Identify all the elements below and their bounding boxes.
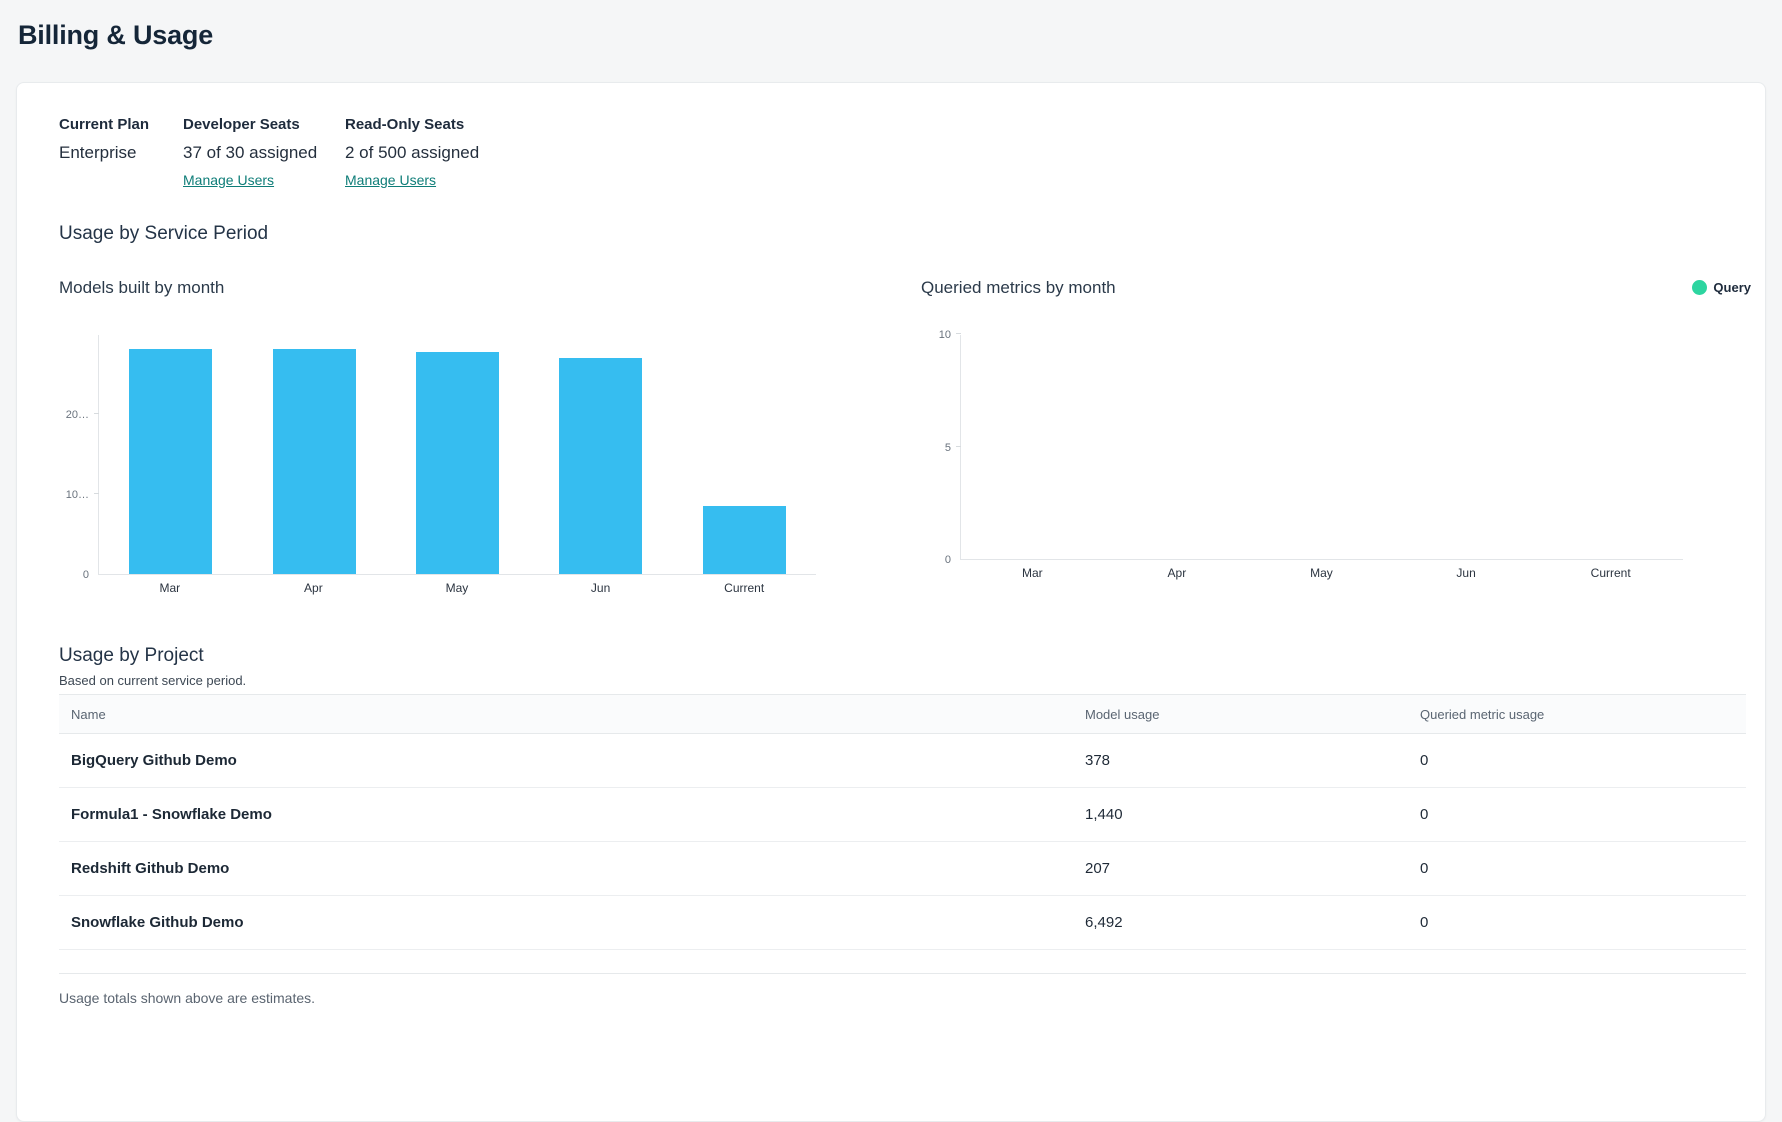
bar-slot [1394,335,1538,559]
plot [98,335,816,575]
charts-row: Models built by month 010…20… MarAprMayJ… [59,278,1745,595]
y-axis-tick-label: 10 [939,329,951,341]
bar-current [703,506,786,574]
model-usage-cell: 1,440 [1085,788,1420,842]
x-axis: MarAprMayJunCurrent [960,566,1683,580]
manage-users-developer-link[interactable]: Manage Users [183,172,274,188]
usage-footnote: Usage totals shown above are estimates. [59,990,1745,1006]
y-axis-tick-label: 0 [83,569,89,581]
developer-seats-value: 37 of 30 assigned [183,143,345,163]
billing-card: Current Plan Enterprise Developer Seats … [16,82,1766,1122]
developer-seats-section: Developer Seats 37 of 30 assigned Manage… [183,116,345,190]
bar-slot [1250,335,1394,559]
query-legend-dot-icon [1692,280,1707,295]
readonly-seats-section: Read-Only Seats 2 of 500 assigned Manage… [345,116,479,190]
table-bottom-divider [59,950,1746,974]
bar-slot [961,335,1105,559]
project-name-cell: BigQuery Github Demo [59,734,1085,788]
x-axis: MarAprMayJunCurrent [98,581,816,595]
queried-metric-usage-cell: 0 [1420,734,1746,788]
bar-may [416,352,499,574]
query-legend: Query [1692,280,1751,295]
current-plan-section: Current Plan Enterprise [59,116,183,190]
x-axis-label-may: May [1249,566,1394,580]
usage-by-project-title: Usage by Project [59,645,1745,667]
bar-mar [129,349,212,574]
usage-by-project-subtitle: Based on current service period. [59,673,1745,688]
bar-slot [1105,335,1249,559]
plan-summary: Current Plan Enterprise Developer Seats … [59,116,1745,190]
column-header-model-usage: Model usage [1085,695,1420,734]
table-row: Snowflake Github Demo6,4920 [59,896,1746,950]
readonly-seats-value: 2 of 500 assigned [345,143,479,163]
queried-metrics-chart: Queried metrics by month 0510 MarAprMayJ… [921,278,1683,595]
column-header-name: Name [59,695,1085,734]
queried-metrics-chart-plot-area: 0510 [921,335,1683,560]
y-axis-tick-mark [956,333,961,334]
queried-metric-usage-cell: 0 [1420,788,1746,842]
x-axis-label-current: Current [672,581,816,595]
column-header-queried-metric-usage: Queried metric usage [1420,695,1746,734]
usage-table-body: BigQuery Github Demo3780Formula1 - Snowf… [59,734,1746,950]
y-axis: 010…20… [59,335,98,575]
query-legend-label: Query [1713,280,1751,295]
y-axis-tick-mark [94,493,99,494]
manage-users-readonly-link[interactable]: Manage Users [345,172,436,188]
bar-slot [99,335,242,574]
bar-jun [559,358,642,574]
usage-by-project-table: Name Model usage Queried metric usage Bi… [59,694,1746,950]
bar-slot [673,335,816,574]
bar-slot [386,335,529,574]
x-axis-label-apr: Apr [1105,566,1250,580]
y-axis-tick-label: 0 [945,554,951,566]
table-header-row: Name Model usage Queried metric usage [59,695,1746,734]
x-axis-label-may: May [385,581,529,595]
models-built-chart: Models built by month 0 10… 20… MarAprMayJ… [59,278,816,595]
x-axis-label-jun: Jun [1394,566,1539,580]
x-axis-label-current: Current [1538,566,1683,580]
y-axis-tick-mark [956,446,961,447]
queried-metric-usage-cell: 0 [1420,842,1746,896]
model-usage-cell: 207 [1085,842,1420,896]
page-header: Billing & Usage [0,0,1782,51]
bar-slot [242,335,385,574]
y-axis-tick-label: 5 [945,442,951,454]
y-axis-tick-label: 10… [66,489,89,501]
x-axis-label-mar: Mar [960,566,1105,580]
bar-slot [1539,335,1683,559]
current-plan-label: Current Plan [59,116,183,133]
queried-metric-usage-cell: 0 [1420,896,1746,950]
project-name-cell: Snowflake Github Demo [59,896,1085,950]
project-name-cell: Formula1 - Snowflake Demo [59,788,1085,842]
x-axis-label-apr: Apr [242,581,386,595]
table-row: BigQuery Github Demo3780 [59,734,1746,788]
model-usage-cell: 6,492 [1085,896,1420,950]
usage-by-service-period-title: Usage by Service Period [59,223,1745,245]
bar-apr [273,349,356,574]
y-axis: 0510 [921,335,960,560]
queried-metrics-chart-title: Queried metrics by month [921,278,1683,300]
x-axis-label-mar: Mar [98,581,242,595]
table-row: Redshift Github Demo2070 [59,842,1746,896]
bar-slot [529,335,672,574]
page-title: Billing & Usage [18,20,1782,51]
project-name-cell: Redshift Github Demo [59,842,1085,896]
current-plan-value: Enterprise [59,143,183,163]
table-row: Formula1 - Snowflake Demo1,4400 [59,788,1746,842]
plot [960,335,1683,560]
x-axis-label-jun: Jun [529,581,673,595]
models-built-chart-plot-area: 010…20… [59,335,816,575]
readonly-seats-label: Read-Only Seats [345,116,479,133]
y-axis-tick-mark [94,413,99,414]
y-axis-tick-label: 20… [66,409,89,421]
developer-seats-label: Developer Seats [183,116,345,133]
model-usage-cell: 378 [1085,734,1420,788]
models-built-chart-title: Models built by month [59,278,816,300]
